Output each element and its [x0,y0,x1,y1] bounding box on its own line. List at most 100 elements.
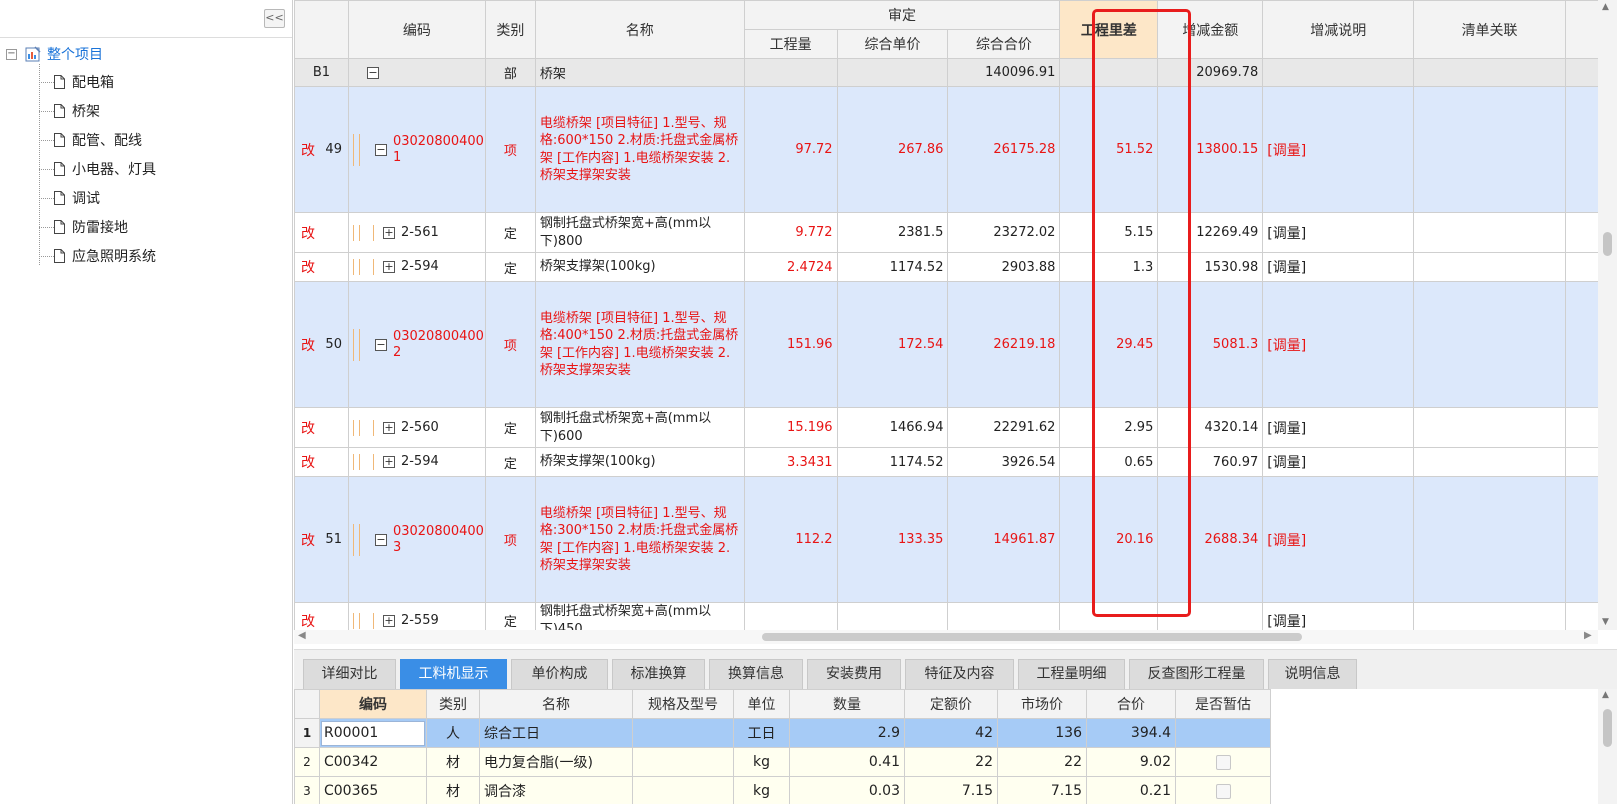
group-total: 140096.91 [947,58,1061,87]
tab-item[interactable]: 工料机显示 [400,659,507,689]
tree-node-item[interactable]: 配管、配线 [39,129,142,151]
tab-item[interactable]: 说明信息 [1268,659,1357,689]
row-change-amount: 12269.49 [1157,212,1264,253]
scroll-thumb[interactable] [1603,709,1612,747]
row-code: 2-560 [400,419,439,435]
row-list-link[interactable] [1413,86,1566,213]
tab-item[interactable]: 详细对比 [303,659,396,689]
row-change-note: [调量] [1262,212,1415,253]
row-list-link[interactable] [1413,407,1566,448]
scroll-down-icon[interactable]: ▼ [1602,617,1609,627]
resource-col-header[interactable]: 规格及型号 [632,689,734,719]
row-change-amount: 2688.34 [1157,476,1264,603]
row-total: 26219.18 [947,281,1061,408]
resource-row[interactable]: 1 R00001 人综合工日 工日 2.9 42 136 394.4 [294,718,1271,748]
tree-node-item[interactable]: 调试 [39,187,100,209]
row-code: 2-594 [400,259,439,274]
tab-item[interactable]: 工程量明细 [1018,659,1125,689]
provisional-checkbox[interactable] [1215,754,1231,770]
collapse-toggle[interactable]: − [374,338,387,351]
scroll-right-icon[interactable]: ▶ [1584,630,1592,641]
row-list-link[interactable] [1413,281,1566,408]
scroll-thumb[interactable] [1603,232,1612,256]
quota-row[interactable]: 改 +2-559 定钢制托盘式桥架宽+高(mm以下)450 [调量] [294,602,1617,630]
col-header-code[interactable]: 编码 [347,0,486,59]
resource-qty: 2.9 [789,718,905,748]
bill-item-row[interactable]: 改 51 −030208004003 项电缆桥架 [项目特征] 1.型号、规格:300… [294,476,1617,603]
resource-col-header[interactable]: 名称 [479,689,633,719]
quota-row[interactable]: 改 +2-560 定钢制托盘式桥架宽+高(mm以下)600 15.196 1466.94… [294,407,1617,448]
tab-item[interactable]: 特征及内容 [905,659,1014,689]
expand-toggle[interactable]: + [382,261,395,273]
tab-item[interactable]: 标准换算 [612,659,705,689]
code-cell-editor[interactable]: R00001 [321,720,425,746]
scroll-left-icon[interactable]: ◀ [298,630,306,641]
col-header-change-note[interactable]: 增减说明 [1262,0,1415,59]
quota-row[interactable]: 改 +2-561 定钢制托盘式桥架宽+高(mm以下)800 9.772 2381.5 23… [294,212,1617,253]
quota-row[interactable]: 改 +2-594 定桥架支撑架(100kg) 3.3431 1174.52 3926.54… [294,447,1617,477]
resource-col-header[interactable]: 是否暂估 [1175,689,1271,719]
resource-market-price: 7.15 [997,776,1087,804]
row-number: 3 [294,776,320,804]
col-header-qty[interactable]: 工程量 [743,29,838,59]
resource-row[interactable]: 2 C00342 材电力复合脂(一级) kg 0.41 22 22 9.02 [294,747,1271,777]
resource-vertical-scrollbar[interactable]: ▲ [1598,689,1617,804]
col-header-type[interactable]: 类别 [484,0,536,59]
expand-toggle[interactable]: + [382,614,395,627]
col-header-qty-diff[interactable]: 工程里差 [1059,0,1159,59]
tree-node-item[interactable]: 应急照明系统 [39,245,156,267]
row-list-link[interactable] [1413,447,1566,477]
resource-col-header[interactable]: 类别 [426,689,480,719]
col-header-list-link[interactable]: 清单关联 [1413,0,1566,59]
resource-col-header[interactable]: 合价 [1086,689,1176,719]
tab-item[interactable]: 换算信息 [709,659,803,689]
row-list-link[interactable] [1413,476,1566,603]
tree-connector [39,81,54,83]
col-header-change-amount[interactable]: 增减金额 [1157,0,1264,59]
bill-item-row[interactable]: 改 50 −030208004002 项电缆桥架 [项目特征] 1.型号、规格:400… [294,281,1617,408]
bill-item-row[interactable]: 改 49 −030208004001 项电缆桥架 [项目特征] 1.型号、规格:600… [294,86,1617,213]
expand-toggle[interactable]: + [382,456,395,468]
quota-row[interactable]: 改 +2-594 定桥架支撑架(100kg) 2.4724 1174.52 2903.88… [294,252,1617,282]
tree-node-item[interactable]: 小电器、灯具 [39,158,156,180]
resource-col-header[interactable]: 单位 [733,689,790,719]
col-header-mark[interactable] [294,0,349,59]
row-name: 电缆桥架 [项目特征] 1.型号、规格:600*150 2.材质:托盘式金属桥架… [534,86,745,213]
resource-col-header[interactable]: 数量 [789,689,905,719]
collapse-toggle[interactable]: − [374,533,387,546]
resource-row[interactable]: 3 C00365 材调合漆 kg 0.03 7.15 7.15 0.21 [294,776,1271,804]
expand-toggle[interactable]: + [382,226,395,239]
expand-toggle[interactable]: + [382,421,395,434]
resource-col-header[interactable]: 市场价 [997,689,1087,719]
row-list-link[interactable] [1413,212,1566,253]
tab-item[interactable]: 安装费用 [807,659,901,689]
row-no: 49 [325,142,342,157]
group-row[interactable]: B1 − 部 桥架 140096.91 20969.78 [294,58,1617,87]
row-qty-diff: 29.45 [1059,281,1159,408]
scroll-up-icon[interactable]: ▲ [1602,690,1609,700]
tab-item[interactable]: 单价构成 [511,659,608,689]
row-list-link[interactable] [1413,252,1566,282]
tree-collapse-toggle[interactable]: − [6,48,17,60]
col-header-unit-price[interactable]: 综合单价 [836,29,949,59]
row-unit-price: 1174.52 [836,447,949,477]
row-list-link[interactable] [1413,602,1566,630]
collapse-panel-button[interactable]: << [264,9,285,28]
tree-node-item[interactable]: 配电箱 [39,71,114,93]
col-header-name[interactable]: 名称 [534,0,745,59]
tree-root-node[interactable]: − 整个项目 [6,44,103,64]
scroll-thumb[interactable] [762,633,1302,641]
col-header-total[interactable]: 综合合价 [947,29,1061,59]
resource-col-header[interactable]: 定额价 [904,689,998,719]
scroll-up-icon[interactable]: ▲ [1602,2,1609,12]
tree-node-item[interactable]: 桥架 [39,100,100,122]
collapse-toggle[interactable]: − [374,143,387,156]
tab-item[interactable]: 反查图形工程量 [1129,659,1264,689]
grid-horizontal-scrollbar[interactable]: ◀ ▶ [294,630,1598,644]
grid-vertical-scrollbar[interactable]: ▲ ▼ [1598,0,1617,630]
row-name: 桥架支撑架(100kg) [534,252,745,282]
provisional-checkbox[interactable] [1215,783,1231,799]
tree-node-item[interactable]: 防雷接地 [39,216,128,238]
resource-col-header[interactable]: 编码 [319,689,427,719]
group-collapse-toggle[interactable]: − [366,66,379,79]
